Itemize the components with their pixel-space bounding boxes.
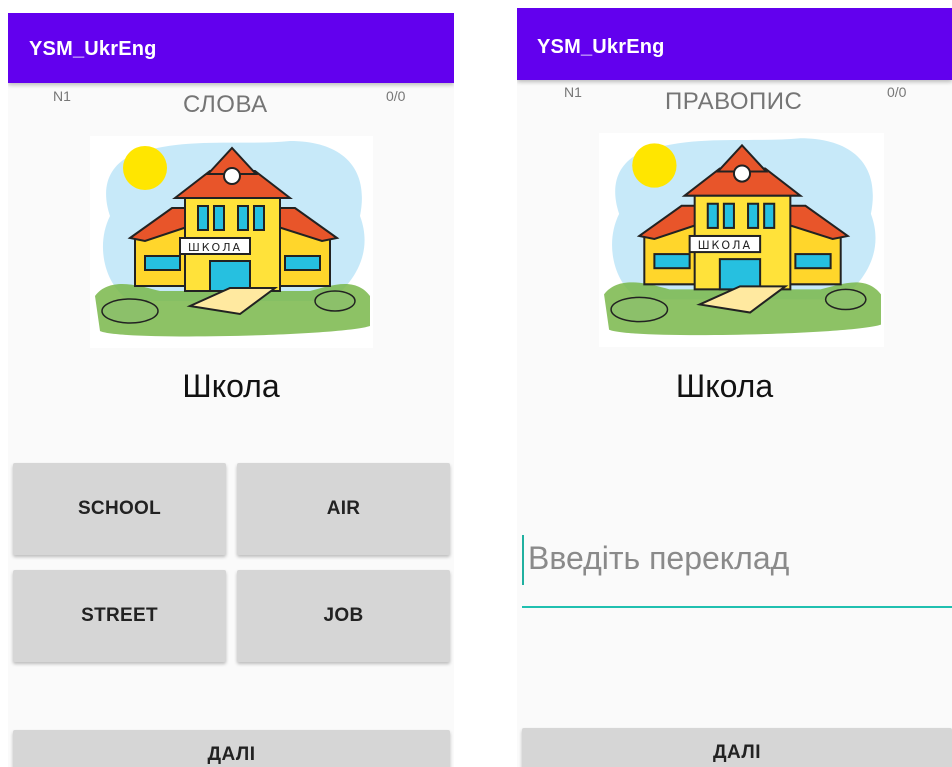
school-building-illustration: ШКОЛА bbox=[604, 138, 881, 336]
translation-input[interactable]: Введіть переклад bbox=[522, 530, 952, 608]
question-counter: N1 bbox=[564, 84, 582, 100]
answer-button-air[interactable]: AIR bbox=[237, 463, 450, 555]
answer-button-street[interactable]: STREET bbox=[13, 570, 226, 662]
words-quiz-screen: YSM_UkrEng N1 СЛОВА 0/0 ШКОЛА Школа SCHO… bbox=[8, 13, 454, 767]
app-bar: YSM_UkrEng bbox=[8, 13, 454, 83]
next-button[interactable]: ДАЛІ bbox=[522, 728, 952, 767]
mode-title: СЛОВА bbox=[183, 91, 268, 118]
school-picture: ШКОЛА bbox=[90, 136, 373, 348]
translation-input-placeholder: Введіть переклад bbox=[528, 540, 790, 576]
school-building-illustration: ШКОЛА bbox=[95, 141, 370, 337]
question-word: Школа bbox=[182, 368, 280, 404]
school-sign-text: ШКОЛА bbox=[188, 241, 242, 254]
question-word: Школа bbox=[675, 368, 774, 404]
spelling-quiz-screen: YSM_UkrEng N1 ПРАВОПИС 0/0 ШКОЛА Школа В… bbox=[517, 8, 952, 767]
score-label: 0/0 bbox=[887, 84, 907, 100]
question-counter: N1 bbox=[53, 88, 71, 104]
answer-button-school[interactable]: SCHOOL bbox=[13, 463, 226, 555]
app-bar: YSM_UkrEng bbox=[517, 8, 952, 80]
next-button[interactable]: ДАЛІ bbox=[13, 730, 450, 767]
score-label: 0/0 bbox=[386, 88, 406, 104]
app-title: YSM_UkrEng bbox=[29, 38, 157, 60]
school-sign-text: ШКОЛА bbox=[698, 239, 752, 252]
app-title: YSM_UkrEng bbox=[537, 36, 665, 58]
text-cursor bbox=[522, 535, 524, 585]
answer-button-job[interactable]: JOB bbox=[237, 570, 450, 662]
mode-title: ПРАВОПИС bbox=[665, 88, 803, 115]
school-picture: ШКОЛА bbox=[599, 133, 884, 347]
